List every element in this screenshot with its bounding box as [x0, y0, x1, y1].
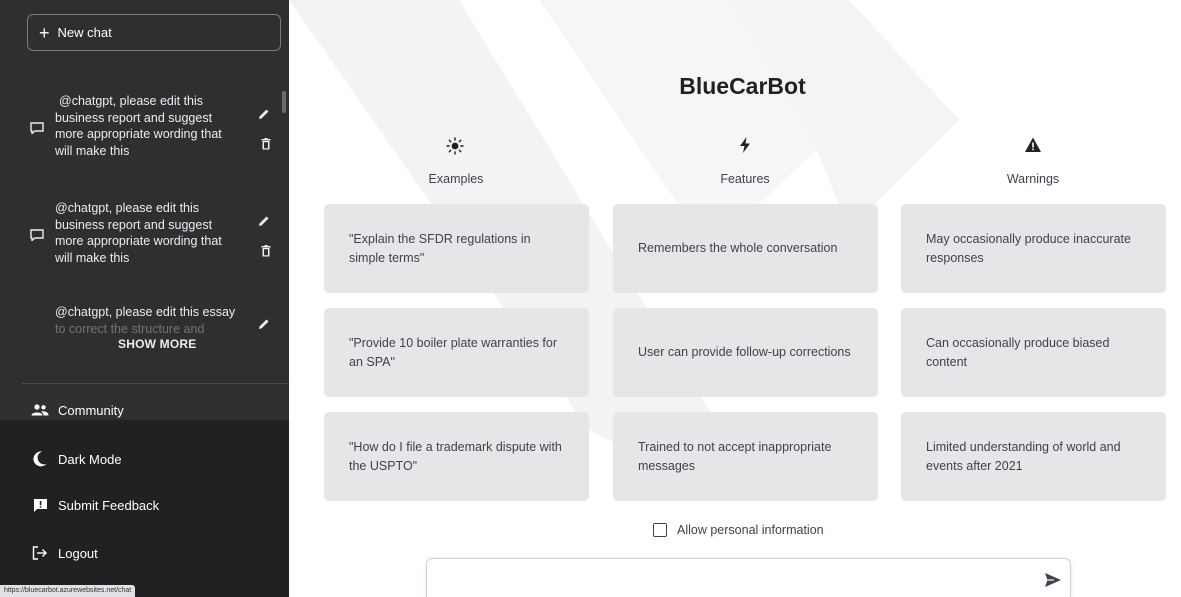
chat-title-line: will make this — [55, 143, 130, 158]
card-text: Remembers the whole conversation — [638, 241, 838, 255]
trash-icon[interactable] — [261, 245, 271, 257]
card-text: "Provide 10 boiler plate warranties for … — [349, 335, 558, 369]
examples-heading: Examples — [428, 172, 484, 186]
show-more-button[interactable]: SHOW MORE — [118, 337, 196, 351]
example-prompt-card[interactable]: "Provide 10 boiler plate warranties for … — [324, 308, 589, 397]
page-title: BlueCarBot — [679, 73, 806, 99]
chat-title-line: @chatgpt, please edit this essay — [55, 305, 236, 319]
edit-icon[interactable] — [258, 215, 270, 227]
logout-icon — [31, 545, 49, 561]
people-icon — [31, 402, 49, 418]
warnings-heading: Warnings — [1006, 172, 1060, 186]
new-chat-label: New chat — [57, 25, 112, 40]
logout-link[interactable]: Logout — [31, 545, 98, 561]
message-input-container — [426, 558, 1071, 597]
example-prompt-card[interactable]: "Explain the SFDR regulations in simple … — [324, 204, 589, 293]
sun-icon — [446, 137, 464, 155]
card-text: Limited understanding of world and event… — [926, 439, 1121, 473]
chat-title-line: @chatgpt, please edit this — [55, 201, 200, 215]
card-text: Can occasionally produce biased content — [926, 335, 1110, 369]
allow-personal-info-option[interactable]: Allow personal information — [653, 523, 824, 537]
moon-icon — [31, 451, 49, 467]
chat-title: @chatgpt, please edit this business repo… — [55, 200, 241, 266]
message-icon — [30, 122, 44, 134]
dark-mode-label: Dark Mode — [58, 451, 122, 467]
chat-title-line: will make this — [55, 250, 130, 265]
feature-card: Trained to not accept inappropriate mess… — [613, 412, 878, 501]
message-input[interactable] — [439, 569, 1029, 591]
feature-card: Remembers the whole conversation — [613, 204, 878, 293]
allow-personal-info-label: Allow personal information — [677, 523, 824, 537]
status-bar-url: https://bluecarbot.azurewebsites.net/cha… — [0, 585, 136, 597]
allow-personal-info-checkbox[interactable] — [653, 523, 667, 537]
community-label: Community — [58, 402, 124, 418]
card-text: User can provide follow-up corrections — [638, 345, 851, 359]
sidebar-scrollbar[interactable] — [282, 91, 286, 113]
new-chat-button[interactable]: + New chat — [27, 14, 281, 51]
chat-title-line: business report and suggest — [55, 110, 213, 125]
plus-icon: + — [39, 22, 50, 43]
edit-icon[interactable] — [258, 108, 270, 120]
logout-label: Logout — [58, 545, 98, 561]
feature-card: User can provide follow-up corrections — [613, 308, 878, 397]
chat-title-line: more appropriate wording that — [55, 127, 222, 141]
chat-history-item[interactable]: @chatgpt, please edit this business repo… — [30, 200, 280, 276]
edit-icon[interactable] — [258, 318, 270, 330]
warning-card: May occasionally produce inaccurate resp… — [901, 204, 1166, 293]
feedback-icon — [31, 497, 49, 513]
warning-card: Can occasionally produce biased content — [901, 308, 1166, 397]
community-link[interactable]: Community — [31, 402, 124, 418]
chat-title: @chatgpt, please edit this essay to corr… — [55, 304, 255, 334]
chat-title-line: @chatgpt, please edit this — [59, 94, 204, 108]
message-icon — [30, 229, 44, 241]
chat-history-clip: @chatgpt, please edit this essay to corr… — [0, 300, 289, 334]
chat-title-line: business report and suggest — [55, 217, 213, 232]
submit-feedback-link[interactable]: Submit Feedback — [31, 497, 159, 513]
send-icon[interactable] — [1044, 572, 1062, 588]
trash-icon[interactable] — [261, 138, 271, 150]
card-text: May occasionally produce inaccurate resp… — [926, 231, 1131, 265]
lightning-icon — [740, 137, 750, 153]
sidebar: + New chat @chatgpt, please edit this bu… — [0, 0, 289, 597]
card-text: "How do I file a trademark dispute with … — [349, 439, 562, 473]
chat-history-item[interactable]: @chatgpt, please edit this essay to corr… — [30, 304, 280, 334]
sidebar-divider — [22, 383, 289, 384]
warning-icon — [1025, 137, 1041, 152]
dark-mode-toggle[interactable]: Dark Mode — [31, 451, 122, 467]
example-prompt-card[interactable]: "How do I file a trademark dispute with … — [324, 412, 589, 501]
card-text: "Explain the SFDR regulations in simple … — [349, 231, 531, 265]
features-heading: Features — [720, 172, 770, 186]
warning-card: Limited understanding of world and event… — [901, 412, 1166, 501]
chat-history-item[interactable]: @chatgpt, please edit this business repo… — [30, 93, 280, 169]
card-text: Trained to not accept inappropriate mess… — [638, 439, 832, 473]
submit-feedback-label: Submit Feedback — [58, 497, 160, 513]
chat-title-line: to correct the structure and — [55, 321, 205, 335]
chat-title-line: more appropriate wording that — [55, 234, 222, 248]
chat-title: @chatgpt, please edit this business repo… — [55, 93, 241, 159]
